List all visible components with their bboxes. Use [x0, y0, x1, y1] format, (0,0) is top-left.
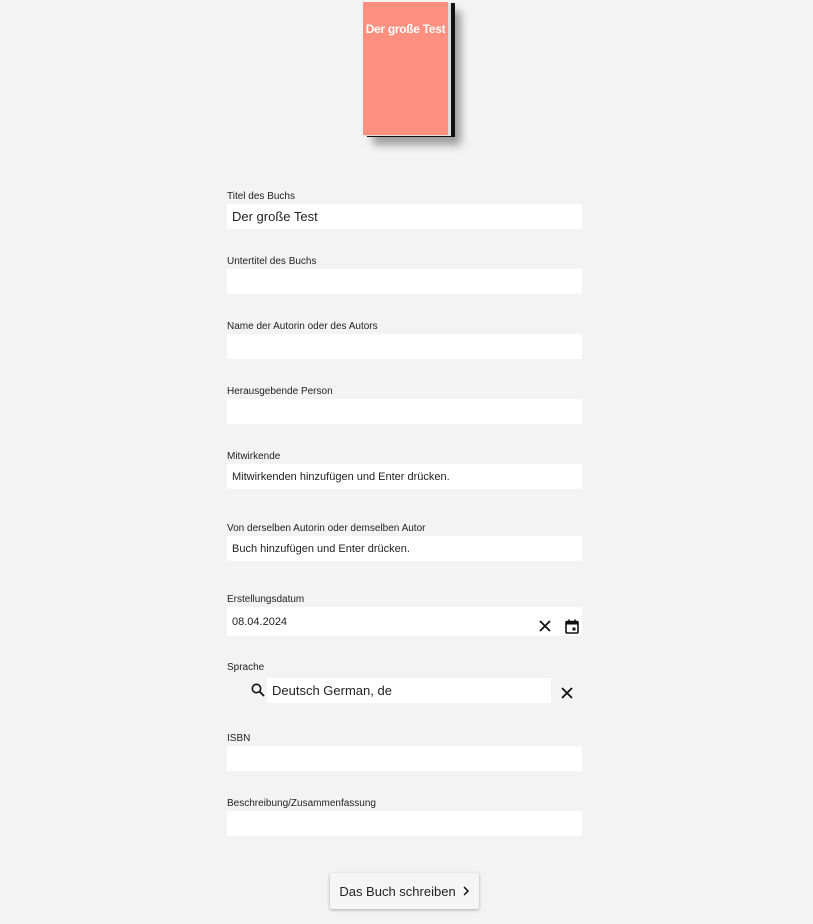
- date-input[interactable]: [227, 607, 582, 636]
- author-label: Name der Autorin oder des Autors: [227, 321, 378, 332]
- book-cover-preview: Der große Test: [363, 2, 455, 138]
- write-book-button[interactable]: Das Buch schreiben: [330, 873, 479, 909]
- title-label: Titel des Buchs: [227, 191, 295, 202]
- calendar-icon[interactable]: [562, 616, 582, 636]
- description-input[interactable]: [227, 811, 582, 836]
- date-label: Erstellungsdatum: [227, 594, 305, 605]
- subtitle-input[interactable]: [227, 269, 582, 294]
- description-label: Beschreibung/Zusammenfassung: [227, 798, 376, 809]
- title-input[interactable]: [227, 204, 582, 229]
- same-author-input[interactable]: [227, 536, 582, 561]
- cover-front: Der große Test: [363, 2, 448, 135]
- isbn-input[interactable]: [227, 746, 582, 771]
- close-icon[interactable]: [535, 616, 555, 636]
- search-icon: [248, 680, 268, 700]
- contributors-label: Mitwirkende: [227, 451, 281, 462]
- language-label: Sprache: [227, 662, 265, 673]
- close-icon[interactable]: [557, 683, 577, 703]
- editor-input[interactable]: [227, 399, 582, 424]
- language-search-input[interactable]: [267, 678, 551, 703]
- author-input[interactable]: [227, 334, 582, 359]
- editor-label: Herausgebende Person: [227, 386, 333, 397]
- subtitle-label: Untertitel des Buchs: [227, 256, 317, 267]
- contributors-input[interactable]: [227, 464, 582, 489]
- chevron-right-icon: [462, 884, 470, 899]
- cover-title: Der große Test: [365, 22, 446, 36]
- write-book-button-label: Das Buch schreiben: [339, 883, 456, 899]
- same-author-label: Von derselben Autorin oder demselben Aut…: [227, 523, 426, 534]
- book-form-page: Der große Test Titel des Buchs Untertite…: [0, 0, 813, 924]
- isbn-label: ISBN: [227, 733, 251, 744]
